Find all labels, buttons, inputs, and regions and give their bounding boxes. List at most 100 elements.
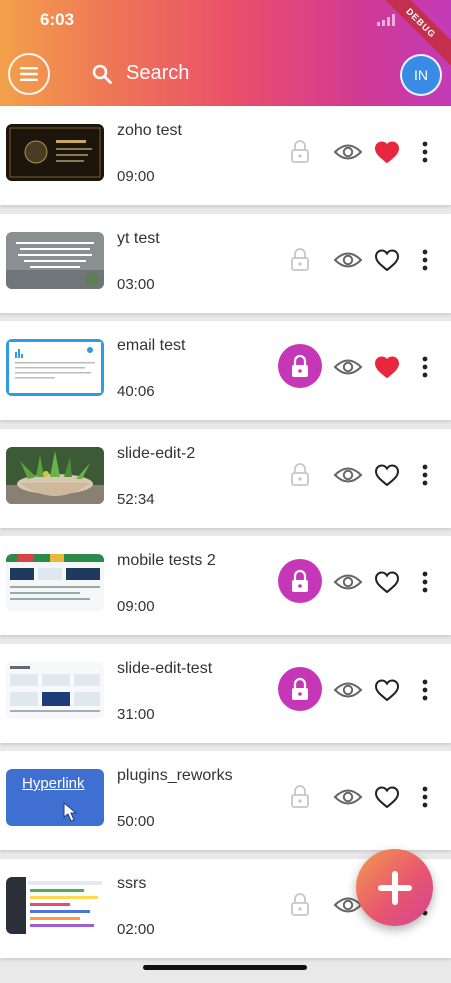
favorite-button[interactable] [374, 356, 400, 383]
more-options-button[interactable] [416, 356, 434, 383]
avatar[interactable]: IN [400, 54, 442, 96]
lock-icon [291, 140, 309, 163]
search-placeholder: Search [126, 62, 190, 84]
lock-icon [291, 463, 309, 486]
heart-icon [374, 571, 400, 594]
thumbnail-image[interactable] [6, 554, 104, 611]
heart-icon [374, 679, 400, 702]
lock-button[interactable] [288, 461, 312, 487]
eye-icon [333, 252, 363, 268]
lock-icon [292, 569, 308, 592]
thumbnail-image[interactable] [6, 877, 104, 934]
heart-icon [374, 786, 400, 809]
lock-button[interactable] [288, 138, 312, 164]
thumbnail-image[interactable] [6, 447, 104, 504]
item-duration: 31:00 [117, 706, 155, 723]
eye-icon [333, 144, 363, 160]
heart-icon [374, 249, 400, 272]
favorite-button[interactable] [374, 141, 400, 168]
signal-icon [377, 13, 395, 26]
heart-icon [374, 356, 400, 379]
list-item[interactable]: email test 40:06 [0, 321, 451, 420]
list-item[interactable]: slide-edit-test 31:00 [0, 644, 451, 743]
view-button[interactable] [333, 465, 363, 490]
lock-icon [291, 248, 309, 271]
search-icon [92, 64, 112, 84]
status-time: 6:03 [40, 10, 75, 29]
list-item[interactable]: Hyperlink plugins_reworks 50:00 [0, 751, 451, 850]
lock-button[interactable] [288, 891, 312, 917]
thumbnail-image[interactable] [6, 124, 104, 181]
favorite-button[interactable] [374, 249, 400, 276]
lock-button[interactable] [278, 559, 322, 603]
more-options-button[interactable] [416, 571, 434, 598]
lock-button[interactable] [278, 667, 322, 711]
item-duration: 02:00 [117, 921, 155, 938]
more-vertical-icon [422, 141, 428, 163]
list-item[interactable]: mobile tests 2 09:00 [0, 536, 451, 635]
item-title[interactable]: plugins_reworks [117, 767, 233, 785]
view-button[interactable] [333, 142, 363, 167]
eye-icon [333, 359, 363, 375]
menu-button[interactable] [8, 53, 50, 95]
more-options-button[interactable] [416, 141, 434, 168]
view-button[interactable] [333, 787, 363, 812]
item-title[interactable]: yt test [117, 230, 160, 248]
item-duration: 09:00 [117, 168, 155, 185]
more-vertical-icon [422, 464, 428, 486]
more-options-button[interactable] [416, 464, 434, 491]
list-item[interactable]: zoho test 09:00 [0, 106, 451, 205]
more-vertical-icon [422, 786, 428, 808]
thumbnail-image[interactable] [6, 339, 104, 396]
more-vertical-icon [422, 571, 428, 593]
favorite-button[interactable] [374, 786, 400, 813]
hamburger-icon [20, 67, 38, 81]
lock-icon [292, 354, 308, 377]
thumbnail-image[interactable] [6, 232, 104, 289]
favorite-button[interactable] [374, 679, 400, 706]
view-button[interactable] [333, 680, 363, 705]
search-field[interactable]: Search [92, 62, 189, 85]
lock-icon [291, 785, 309, 808]
item-title[interactable]: email test [117, 337, 185, 355]
plus-icon [377, 870, 412, 905]
eye-icon [333, 574, 363, 590]
lock-button[interactable] [278, 344, 322, 388]
eye-icon [333, 467, 363, 483]
lock-icon [291, 893, 309, 916]
lock-button[interactable] [288, 246, 312, 272]
list-item[interactable]: yt test 03:00 [0, 214, 451, 313]
thumbnail-image[interactable] [6, 662, 104, 719]
eye-icon [333, 682, 363, 698]
more-vertical-icon [422, 679, 428, 701]
item-title[interactable]: ssrs [117, 875, 146, 893]
more-options-button[interactable] [416, 679, 434, 706]
view-button[interactable] [333, 357, 363, 382]
favorite-button[interactable] [374, 571, 400, 598]
heart-icon [374, 141, 400, 164]
list-item[interactable]: slide-edit-2 52:34 [0, 429, 451, 528]
more-options-button[interactable] [416, 249, 434, 276]
item-title[interactable]: mobile tests 2 [117, 552, 216, 570]
item-duration: 09:00 [117, 598, 155, 615]
item-title[interactable]: slide-edit-2 [117, 445, 195, 463]
eye-icon [333, 789, 363, 805]
app-header: 6:03 DEBUG Search IN [0, 0, 451, 106]
heart-icon [374, 464, 400, 487]
favorite-button[interactable] [374, 464, 400, 491]
thumbnail-text: Hyperlink [22, 775, 85, 792]
item-title[interactable]: zoho test [117, 122, 182, 140]
more-options-button[interactable] [416, 786, 434, 813]
lock-button[interactable] [288, 783, 312, 809]
more-vertical-icon [422, 356, 428, 378]
view-button[interactable] [333, 250, 363, 275]
home-indicator [143, 965, 307, 970]
item-duration: 03:00 [117, 276, 155, 293]
add-button[interactable] [356, 849, 433, 926]
view-button[interactable] [333, 572, 363, 597]
thumbnail-image[interactable]: Hyperlink [6, 769, 104, 826]
item-duration: 50:00 [117, 813, 155, 830]
item-duration: 52:34 [117, 491, 155, 508]
item-title[interactable]: slide-edit-test [117, 660, 212, 678]
item-duration: 40:06 [117, 383, 155, 400]
